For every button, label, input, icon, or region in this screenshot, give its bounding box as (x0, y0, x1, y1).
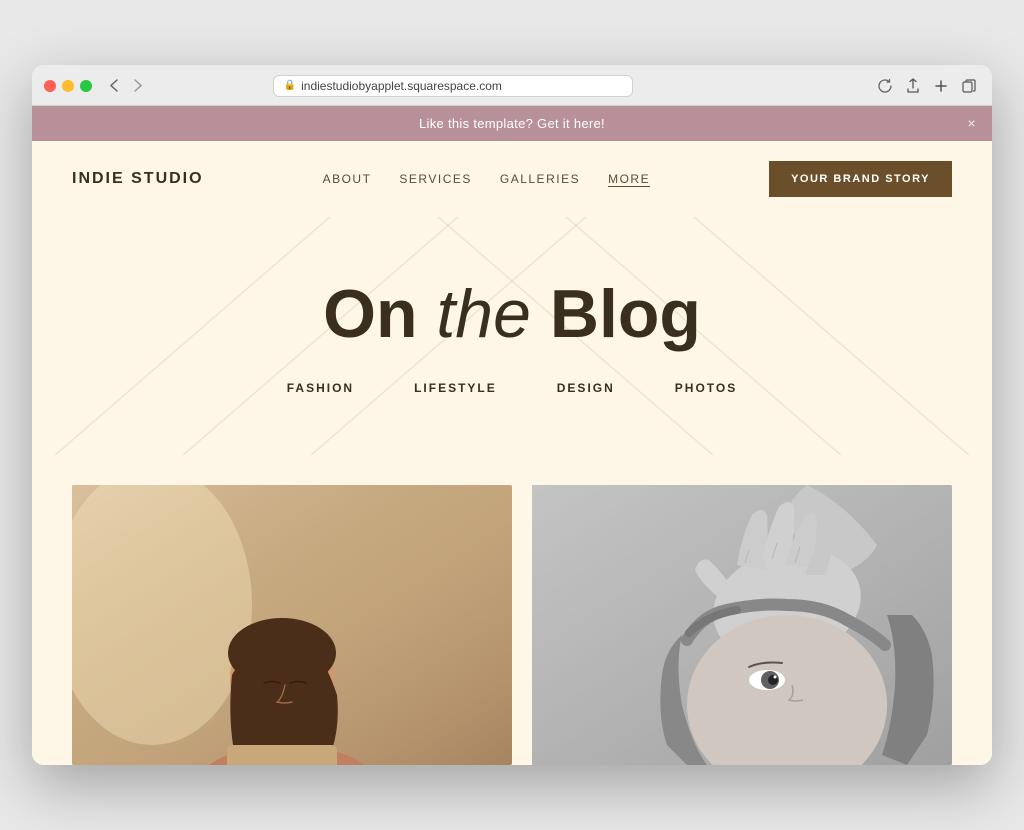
duplicate-button[interactable] (958, 75, 980, 97)
cta-button[interactable]: YOUR BRAND STORY (769, 161, 952, 197)
maximize-button[interactable] (80, 80, 92, 92)
browser-window: 🔒 indiestudiobyapplet.squarespace.com Li… (32, 65, 992, 766)
nav-about[interactable]: ABOUT (323, 172, 372, 186)
website-content: Like this template? Get it here! × INDIE… (32, 106, 992, 766)
nav-services[interactable]: SERVICES (399, 172, 471, 186)
announcement-bar: Like this template? Get it here! × (32, 106, 992, 141)
traffic-lights (44, 80, 92, 92)
lock-icon: 🔒 (284, 80, 296, 91)
navigation: INDIE STUDIO ABOUT SERVICES GALLERIES MO… (32, 141, 992, 217)
nav-galleries[interactable]: GALLERIES (500, 172, 580, 186)
minimize-button[interactable] (62, 80, 74, 92)
browser-chrome: 🔒 indiestudiobyapplet.squarespace.com (32, 65, 992, 106)
hero-section: On the Blog FASHION LIFESTYLE DESIGN PHO… (32, 217, 992, 456)
announcement-close[interactable]: × (968, 115, 976, 131)
category-photos[interactable]: PHOTOS (675, 381, 737, 395)
blog-grid (32, 455, 992, 765)
browser-actions (874, 75, 980, 97)
close-button[interactable] (44, 80, 56, 92)
blog-categories: FASHION LIFESTYLE DESIGN PHOTOS (52, 381, 972, 415)
category-design[interactable]: DESIGN (557, 381, 615, 395)
url-text: indiestudiobyapplet.squarespace.com (301, 79, 502, 93)
reload-button[interactable] (874, 75, 896, 97)
hero-title-blog: Blog (531, 276, 701, 352)
category-lifestyle[interactable]: LIFESTYLE (414, 381, 497, 395)
blog-card-1[interactable] (72, 485, 512, 765)
back-button[interactable] (104, 76, 124, 96)
blog-image-1 (72, 485, 512, 765)
hero-title-on: On (323, 276, 436, 352)
share-button[interactable] (902, 75, 924, 97)
browser-controls (104, 76, 148, 96)
nav-links: ABOUT SERVICES GALLERIES MORE (323, 172, 651, 186)
forward-button[interactable] (128, 76, 148, 96)
new-tab-button[interactable] (930, 75, 952, 97)
site-logo[interactable]: INDIE STUDIO (72, 170, 204, 188)
nav-more[interactable]: MORE (608, 172, 650, 186)
hero-title-italic: the (436, 276, 531, 352)
address-bar[interactable]: 🔒 indiestudiobyapplet.squarespace.com (273, 75, 633, 97)
blog-card-2[interactable] (512, 485, 952, 765)
announcement-text: Like this template? Get it here! (419, 116, 605, 131)
hero-title: On the Blog (52, 277, 972, 352)
category-fashion[interactable]: FASHION (287, 381, 354, 395)
blog-image-2 (532, 485, 952, 765)
